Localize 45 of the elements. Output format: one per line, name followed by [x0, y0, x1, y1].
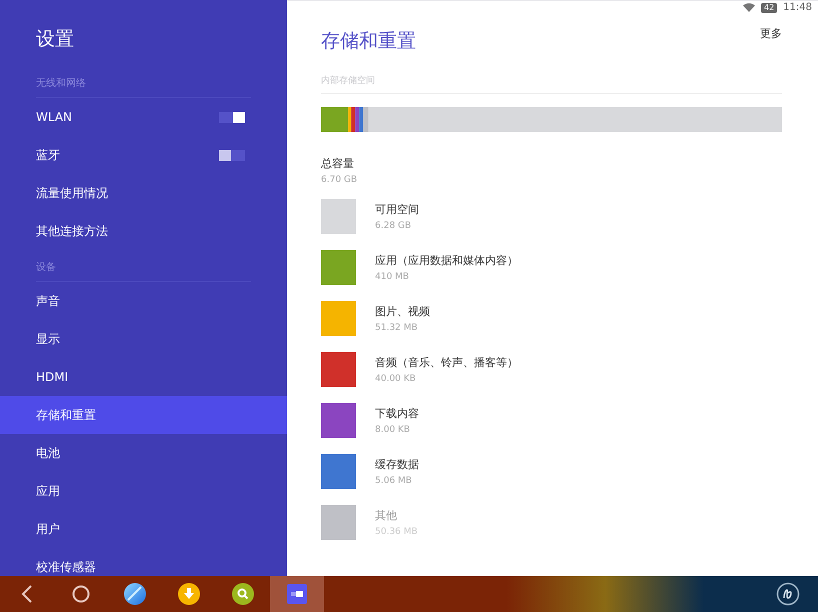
assistant-icon[interactable]	[776, 582, 800, 606]
sidebar-item[interactable]: 校准传感器	[0, 548, 287, 576]
page-title: 存储和重置	[321, 29, 416, 54]
sidebar-item[interactable]: 流量使用情况	[0, 174, 287, 212]
category-name: 缓存数据	[375, 457, 419, 472]
section-header: 无线和网络	[36, 76, 251, 98]
category-name: 音频（音乐、铃声、播客等）	[375, 355, 518, 370]
total-value: 6.70 GB	[321, 175, 358, 185]
sidebar-item[interactable]: 用户	[0, 510, 287, 548]
home-icon	[72, 585, 90, 603]
clock: 11:48	[783, 2, 812, 13]
toggle-icon	[287, 584, 307, 604]
battery-level: 42	[760, 2, 778, 12]
category-name: 下载内容	[375, 406, 419, 421]
sidebar-item[interactable]: WLAN	[0, 98, 287, 136]
sidebar-item[interactable]: 其他连接方法	[0, 212, 287, 250]
category-name: 图片、视频	[375, 304, 430, 319]
sidebar-item[interactable]: 存储和重置	[0, 396, 287, 434]
globe-icon	[123, 582, 147, 606]
toggle-switch[interactable]	[219, 150, 245, 160]
category-name: 其他	[375, 508, 398, 523]
sidebar-item[interactable]: 电池	[0, 434, 287, 472]
category-size: 40.00 KB	[375, 374, 417, 384]
section-header: 设备	[36, 260, 251, 282]
back-icon	[21, 584, 33, 604]
category-size: 5.06 MB	[375, 476, 413, 486]
category-size: 6.28 GB	[375, 221, 412, 231]
sidebar-item[interactable]: HDMI	[0, 358, 287, 396]
sidebar-item[interactable]: 显示	[0, 320, 287, 358]
sidebar-item[interactable]: 声音	[0, 282, 287, 320]
toggle-switch[interactable]	[219, 112, 245, 122]
sidebar-title: 设置	[35, 27, 75, 52]
wifi-icon	[742, 3, 755, 12]
download-icon	[178, 583, 200, 605]
sidebar-item[interactable]: 应用	[0, 472, 287, 510]
more-menu[interactable]: 更多	[760, 26, 782, 41]
sidebar-item[interactable]: 蓝牙	[0, 136, 287, 174]
total-label: 总容量	[321, 156, 355, 171]
category-name: 可用空间	[375, 202, 419, 217]
category-size: 51.32 MB	[375, 323, 419, 333]
category-name: 应用（应用数据和媒体内容）	[375, 253, 518, 268]
search-icon	[232, 583, 254, 605]
taskbar-app[interactable]	[270, 576, 324, 612]
category-size: 8.00 KB	[375, 425, 411, 435]
category-size: 410 MB	[375, 272, 410, 282]
